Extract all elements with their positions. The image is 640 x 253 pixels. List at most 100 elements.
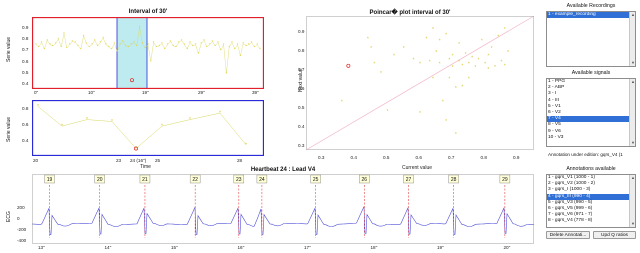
data-point: * (403, 46, 405, 52)
recordings-scrollbar[interactable]: ▲ ▼ (629, 12, 635, 66)
xtick-label: 0.5 (383, 155, 390, 160)
xtick-label: 24 (16'') (130, 158, 147, 163)
data-point: * (144, 46, 146, 51)
data-point: * (111, 119, 113, 125)
delete-annotation-button[interactable]: Delete Annotati... (546, 231, 590, 239)
update-q-ratios-button[interactable]: Upd Q ratios (593, 231, 636, 239)
beat-label: 28 (451, 177, 457, 183)
poincare-plot[interactable]: * * * * * * * * * * * * * * * * * * * * * * * * * * * * * * * * * * * * * * * *… (306, 16, 534, 150)
data-point: * (195, 42, 197, 47)
data-point: * (217, 40, 219, 45)
beat-label: 29 (502, 177, 508, 183)
xtick-label: 0.8 (480, 155, 487, 160)
signals-scrollbar[interactable]: ▲ ▼ (629, 79, 635, 146)
data-point: * (114, 41, 116, 46)
interval-plot[interactable]: * * * * * * * * * * * * * * * * * * * * * * * * * * * * * * * * * * * * * * * *… (32, 17, 264, 89)
ecg-title: Heartbeat 24 : Lead V4 (250, 167, 316, 173)
plot-frame (32, 174, 534, 244)
ytick-label: 0.5 (298, 105, 305, 110)
ytick-label: 0.4 (298, 124, 305, 129)
ytick-label: 0.7 (22, 47, 29, 53)
data-point: * (487, 54, 489, 60)
scroll-down-icon[interactable]: ▼ (630, 140, 635, 146)
data-point: * (468, 77, 470, 83)
ytick-label: 0.6 (298, 86, 305, 91)
data-point: * (74, 40, 76, 45)
data-point: * (491, 46, 493, 52)
list-item[interactable]: 10 - V3 (547, 135, 635, 141)
data-point: * (419, 111, 421, 117)
annotations-listbox[interactable]: 1 - gqrs_V1 (1000 - 1) 2 - gqrs_V2 (1000 … (546, 174, 636, 228)
data-point: * (461, 84, 463, 90)
recordings-listbox[interactable]: 1 - example_recording ▲ ▼ (546, 11, 636, 67)
data-point: * (448, 77, 450, 83)
scroll-down-icon[interactable]: ▼ (630, 221, 635, 227)
data-point: * (88, 44, 90, 49)
data-point: * (237, 42, 239, 47)
data-point: * (164, 47, 166, 52)
data-point: * (83, 33, 85, 38)
scroll-up-icon[interactable]: ▲ (630, 12, 635, 18)
xtick-label: 13'' (38, 245, 45, 250)
data-point: * (452, 54, 454, 60)
data-point: * (105, 42, 107, 47)
data-point: * (370, 46, 372, 52)
data-point: * (206, 44, 208, 49)
poincare-title: Poincar� plot interval of 30' (369, 10, 451, 16)
data-point: * (468, 61, 470, 67)
list-item[interactable]: 8 - gqrs_V4 (778 - 8) (547, 218, 635, 224)
ytick-label: 0.7 (298, 67, 305, 72)
data-point: * (186, 47, 188, 52)
data-point: * (494, 65, 496, 71)
data-point: * (478, 58, 480, 64)
xtick-label: 20'' (503, 245, 511, 250)
zoom-plot[interactable]: * * * * * * * * * (32, 100, 264, 156)
data-point: * (212, 39, 214, 44)
data-point: * (69, 42, 71, 47)
xtick-label: 0.7 (448, 155, 455, 160)
scroll-up-icon[interactable]: ▲ (630, 175, 635, 181)
beat-label: 25 (313, 177, 319, 183)
data-point: * (49, 42, 51, 47)
annotations-scrollbar[interactable]: ▲ ▼ (629, 175, 635, 227)
data-point: * (455, 132, 457, 138)
zoom-plot-canvas[interactable]: *** ****** (32, 100, 264, 156)
data-point: * (142, 41, 144, 46)
data-point: * (432, 27, 434, 33)
data-point: * (189, 117, 191, 123)
data-point: * (184, 42, 186, 47)
data-point: * (458, 59, 460, 65)
xtick-label: 10'' (88, 90, 95, 95)
data-point: * (130, 42, 132, 47)
data-point: * (150, 59, 152, 64)
data-point: * (419, 61, 421, 67)
poincare-plot-canvas[interactable]: ****************************************… (306, 16, 534, 150)
data-point: * (455, 86, 457, 92)
data-point: * (97, 43, 99, 48)
scroll-up-icon[interactable]: ▲ (630, 79, 635, 85)
scroll-down-icon[interactable]: ▼ (630, 60, 635, 66)
ecg-ylabel: ECG (6, 211, 12, 222)
data-point: * (63, 31, 65, 36)
interval-plot-title: Interval of 30' (128, 9, 168, 15)
data-point: * (373, 61, 375, 67)
ytick-label: 0 (17, 216, 20, 221)
signals-listbox[interactable]: 1 - PPG 2 - ABP 3 - I4 - III 5 - V1 6 - V2 7 … (546, 78, 636, 147)
xtick-label: 14'' (104, 245, 112, 250)
data-point: * (380, 71, 382, 77)
list-item[interactable]: 1 - example_recording (547, 12, 635, 19)
data-point: * (189, 40, 191, 45)
data-point: * (116, 49, 118, 54)
ecg-plot-canvas[interactable]: 19 20 21 22 23 24 25 26 27 28 29 (32, 174, 534, 244)
xtick-label: 28 (237, 158, 243, 163)
interval-plot-canvas[interactable]: * ***** * ******* ****** ****** * ****** * * *****… (32, 17, 264, 89)
data-point: * (504, 27, 506, 33)
ytick-label: 0.5 (22, 69, 29, 75)
data-point: * (386, 109, 388, 115)
beat-label: 27 (406, 177, 412, 183)
data-point: * (58, 37, 60, 42)
data-point: * (94, 38, 96, 43)
ecg-plot[interactable]: 19 20 21 22 23 24 25 26 27 28 29 (32, 174, 534, 244)
data-point: * (497, 35, 499, 41)
data-point: * (219, 111, 221, 117)
